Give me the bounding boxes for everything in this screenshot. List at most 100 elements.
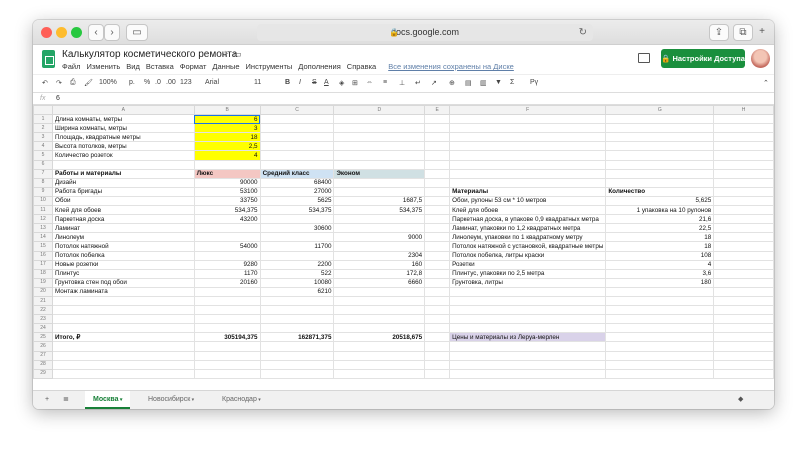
row-header[interactable]: 15 (33, 241, 53, 252)
print-icon[interactable]: ⎙ (70, 79, 76, 87)
cell[interactable]: 172,8 (333, 268, 426, 279)
merge-cells-icon[interactable]: ⇔ (366, 79, 373, 86)
cell[interactable] (193, 295, 261, 307)
cell[interactable] (259, 295, 335, 307)
cell[interactable] (424, 168, 451, 179)
cell[interactable]: Количество розеток (51, 150, 195, 161)
cell[interactable] (713, 295, 774, 307)
cell[interactable] (424, 295, 451, 307)
menu-item[interactable]: Изменить (86, 62, 120, 71)
minimize-window-button[interactable] (56, 27, 67, 38)
cell[interactable] (333, 323, 426, 334)
cell[interactable] (449, 295, 607, 307)
row-header[interactable]: 14 (33, 232, 53, 243)
row-header[interactable]: 22 (33, 305, 53, 316)
cell[interactable] (424, 332, 451, 343)
cell[interactable]: 2304 (333, 250, 426, 261)
cell[interactable]: Потолок побелка (51, 250, 195, 261)
cell[interactable] (333, 177, 426, 188)
cell[interactable]: 5625 (259, 195, 335, 207)
cell[interactable] (259, 341, 335, 352)
cell[interactable]: 5,625 (605, 195, 715, 207)
cell[interactable]: Розетки (449, 259, 607, 270)
cell[interactable]: 1 упаковка на 10 рулонов (605, 205, 715, 216)
decrease-decimal-button[interactable]: .0 (155, 79, 161, 86)
horizontal-align-icon[interactable]: ≡ (383, 79, 387, 86)
cell[interactable]: 9280 (193, 259, 261, 270)
cell[interactable] (193, 341, 261, 352)
cell[interactable] (424, 123, 451, 134)
cell[interactable] (333, 214, 426, 225)
cell[interactable]: 305194,375 (193, 332, 261, 343)
cell[interactable] (713, 114, 774, 125)
cell[interactable] (193, 350, 261, 361)
cell[interactable]: Площадь, квадратные метры (51, 132, 195, 143)
cell[interactable] (51, 305, 195, 316)
cell[interactable]: 90000 (193, 177, 261, 188)
comment-icon[interactable] (638, 53, 650, 63)
cell[interactable] (424, 241, 451, 252)
cell[interactable] (259, 141, 335, 152)
cell[interactable]: 3 (193, 123, 261, 134)
cell[interactable] (605, 295, 715, 307)
cell[interactable]: 10080 (259, 277, 335, 288)
cell[interactable] (713, 250, 774, 261)
cell[interactable] (333, 223, 426, 234)
cell[interactable]: Паркетная доска, в упакове 0,9 квадратны… (449, 214, 607, 225)
cell[interactable] (333, 150, 426, 161)
cell[interactable]: Средний класс (259, 168, 335, 179)
cell[interactable] (605, 305, 715, 316)
tabs-overview-button[interactable]: ⧉ (733, 24, 753, 41)
cell[interactable] (333, 123, 426, 134)
row-header[interactable]: 28 (33, 359, 53, 370)
cell[interactable] (449, 150, 607, 161)
cell[interactable] (259, 368, 335, 379)
cell[interactable] (605, 359, 715, 370)
cell[interactable] (605, 368, 715, 379)
cell[interactable] (333, 359, 426, 370)
currency-button[interactable]: р. (129, 79, 135, 86)
borders-icon[interactable]: ⊞ (352, 79, 358, 87)
cell[interactable]: 21,6 (605, 214, 715, 225)
cell[interactable]: 43200 (193, 214, 261, 225)
row-header[interactable]: 8 (33, 177, 53, 188)
cell[interactable] (424, 286, 451, 297)
undo-icon[interactable]: ↶ (42, 79, 48, 87)
cell[interactable]: 6210 (259, 286, 335, 297)
cell[interactable] (449, 359, 607, 370)
column-header[interactable]: B (193, 105, 261, 116)
cell[interactable]: Дизайн (51, 177, 195, 188)
more-formats-button[interactable]: 123 (180, 79, 192, 86)
cell[interactable]: 6660 (333, 277, 426, 288)
row-header[interactable]: 1 (33, 114, 53, 125)
column-header[interactable]: C (259, 105, 335, 116)
cell[interactable] (449, 305, 607, 316)
cell[interactable] (713, 368, 774, 379)
row-header[interactable]: 2 (33, 123, 53, 134)
cell[interactable] (605, 150, 715, 161)
cell[interactable] (333, 241, 426, 252)
cell[interactable]: Новые розетки (51, 259, 195, 270)
cell[interactable]: 3,6 (605, 268, 715, 279)
cell[interactable] (713, 186, 774, 197)
text-color-button[interactable]: A (324, 79, 329, 86)
row-header[interactable]: 11 (33, 205, 53, 216)
cell[interactable] (713, 223, 774, 234)
cell[interactable] (259, 159, 335, 170)
column-header[interactable]: H (713, 105, 774, 116)
cell[interactable]: Материалы (449, 186, 607, 197)
row-header[interactable]: 9 (33, 186, 53, 197)
cell[interactable]: Обои (51, 195, 195, 207)
font-size-select[interactable]: 11 (254, 79, 261, 86)
document-title[interactable]: Калькулятор косметического ремонта (62, 49, 237, 60)
sheet-tab[interactable]: Краснодар ▾ (214, 391, 269, 409)
cell[interactable] (333, 305, 426, 316)
cell[interactable] (424, 323, 451, 334)
input-tools-icon[interactable]: Рү (530, 79, 538, 86)
cell[interactable] (259, 305, 335, 316)
cell[interactable] (193, 305, 261, 316)
cell[interactable]: 534,375 (259, 205, 335, 216)
cell[interactable] (713, 268, 774, 279)
cell[interactable] (605, 314, 715, 325)
cell[interactable] (424, 232, 451, 243)
